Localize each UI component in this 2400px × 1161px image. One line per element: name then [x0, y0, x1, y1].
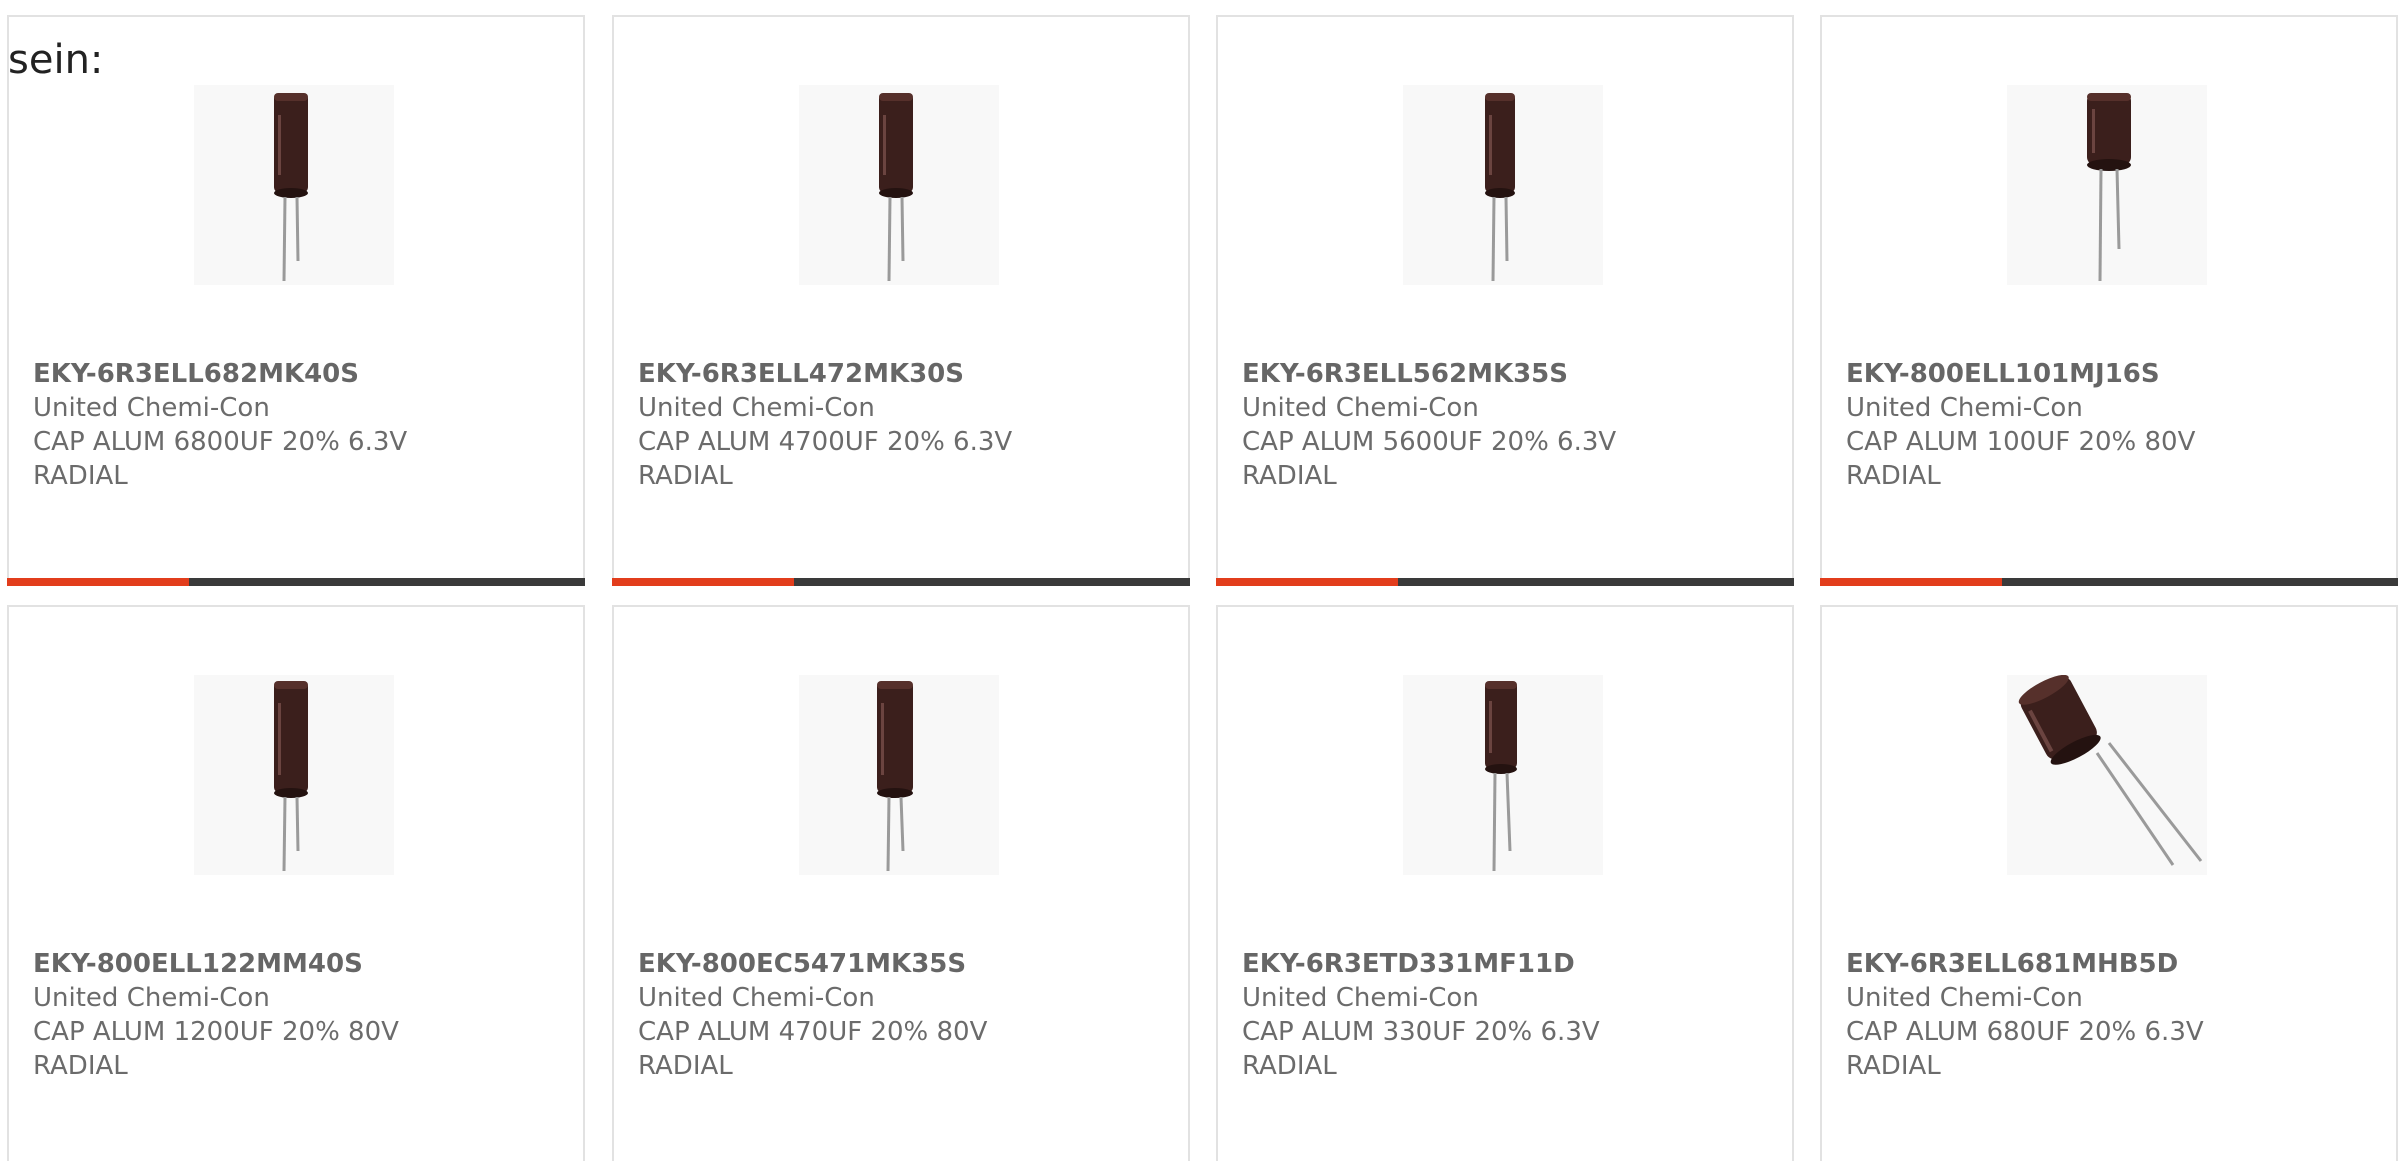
radial-capacitor-icon: [1485, 93, 1515, 282]
manufacturer: United Chemi-Con: [1242, 393, 1479, 423]
accent-fill: [7, 578, 189, 586]
page: sein: EKY-6R3ELL682MK40S United Chemi-Co…: [0, 0, 2400, 1161]
description: CAP ALUM 6800UF 20% 6.3V: [33, 427, 408, 457]
description: CAP ALUM 330UF 20% 6.3V: [1242, 1017, 1600, 1047]
product-card[interactable]: EKY-6R3ELL681MHB5D United Chemi-Con CAP …: [1820, 605, 2398, 1161]
product-card[interactable]: EKY-6R3ETD331MF11D United Chemi-Con CAP …: [1216, 605, 1794, 1161]
product-card[interactable]: EKY-6R3ELL472MK30S United Chemi-Con CAP …: [612, 15, 1190, 586]
product-info: EKY-6R3ELL472MK30S United Chemi-Con CAP …: [638, 357, 1172, 493]
package-type: RADIAL: [1242, 461, 1337, 491]
part-number-link[interactable]: EKY-800EC5471MK35S: [638, 947, 1172, 981]
manufacturer: United Chemi-Con: [33, 983, 270, 1013]
manufacturer: United Chemi-Con: [1846, 393, 2083, 423]
capacitor-image[interactable]: [799, 675, 999, 875]
product-info: EKY-6R3ELL681MHB5D United Chemi-Con CAP …: [1846, 947, 2380, 1083]
description: CAP ALUM 100UF 20% 80V: [1846, 427, 2196, 457]
card-accent-bar: [1820, 578, 2398, 586]
intro-text: sein:: [8, 37, 104, 83]
part-number-link[interactable]: EKY-800ELL101MJ16S: [1846, 357, 2380, 391]
radial-capacitor-icon: [1485, 681, 1517, 872]
capacitor-image[interactable]: [194, 675, 394, 875]
part-number-link[interactable]: EKY-6R3ELL681MHB5D: [1846, 947, 2380, 981]
manufacturer: United Chemi-Con: [33, 393, 270, 423]
radial-capacitor-icon: [877, 681, 913, 872]
package-type: RADIAL: [1846, 1051, 1941, 1081]
card-accent-bar: [7, 578, 585, 586]
package-type: RADIAL: [33, 1051, 128, 1081]
manufacturer: United Chemi-Con: [1846, 983, 2083, 1013]
product-card[interactable]: EKY-800EC5471MK35S United Chemi-Con CAP …: [612, 605, 1190, 1161]
product-info: EKY-6R3ELL562MK35S United Chemi-Con CAP …: [1242, 357, 1776, 493]
package-type: RADIAL: [638, 1051, 733, 1081]
description: CAP ALUM 470UF 20% 80V: [638, 1017, 988, 1047]
radial-capacitor-icon: [274, 93, 308, 282]
capacitor-image[interactable]: [2007, 675, 2207, 875]
product-grid: EKY-6R3ELL682MK40S United Chemi-Con CAP …: [0, 0, 2400, 1161]
product-card[interactable]: EKY-800ELL101MJ16S United Chemi-Con CAP …: [1820, 15, 2398, 586]
capacitor-image[interactable]: [1403, 675, 1603, 875]
card-accent-bar: [612, 578, 1190, 586]
manufacturer: United Chemi-Con: [638, 393, 875, 423]
description: CAP ALUM 5600UF 20% 6.3V: [1242, 427, 1617, 457]
product-info: EKY-800ELL101MJ16S United Chemi-Con CAP …: [1846, 357, 2380, 493]
accent-fill: [612, 578, 794, 586]
part-number-link[interactable]: EKY-6R3ELL472MK30S: [638, 357, 1172, 391]
radial-capacitor-tilted-icon: [2018, 675, 2203, 866]
product-info: EKY-6R3ELL682MK40S United Chemi-Con CAP …: [33, 357, 567, 493]
product-card[interactable]: EKY-6R3ELL682MK40S United Chemi-Con CAP …: [7, 15, 585, 586]
radial-capacitor-icon: [2087, 93, 2131, 282]
product-info: EKY-6R3ETD331MF11D United Chemi-Con CAP …: [1242, 947, 1776, 1083]
part-number-link[interactable]: EKY-800ELL122MM40S: [33, 947, 567, 981]
radial-capacitor-icon: [274, 681, 308, 872]
package-type: RADIAL: [1242, 1051, 1337, 1081]
capacitor-image[interactable]: [194, 85, 394, 285]
part-number-link[interactable]: EKY-6R3ETD331MF11D: [1242, 947, 1776, 981]
part-number-link[interactable]: EKY-6R3ELL562MK35S: [1242, 357, 1776, 391]
package-type: RADIAL: [1846, 461, 1941, 491]
accent-fill: [1820, 578, 2002, 586]
manufacturer: United Chemi-Con: [1242, 983, 1479, 1013]
manufacturer: United Chemi-Con: [638, 983, 875, 1013]
description: CAP ALUM 680UF 20% 6.3V: [1846, 1017, 2204, 1047]
accent-fill: [1216, 578, 1398, 586]
description: CAP ALUM 4700UF 20% 6.3V: [638, 427, 1013, 457]
capacitor-image[interactable]: [2007, 85, 2207, 285]
package-type: RADIAL: [33, 461, 128, 491]
product-info: EKY-800ELL122MM40S United Chemi-Con CAP …: [33, 947, 567, 1083]
description: CAP ALUM 1200UF 20% 80V: [33, 1017, 399, 1047]
capacitor-image[interactable]: [1403, 85, 1603, 285]
product-card[interactable]: EKY-800ELL122MM40S United Chemi-Con CAP …: [7, 605, 585, 1161]
product-card[interactable]: EKY-6R3ELL562MK35S United Chemi-Con CAP …: [1216, 15, 1794, 586]
card-accent-bar: [1216, 578, 1794, 586]
capacitor-image[interactable]: [799, 85, 999, 285]
radial-capacitor-icon: [879, 93, 913, 282]
product-info: EKY-800EC5471MK35S United Chemi-Con CAP …: [638, 947, 1172, 1083]
part-number-link[interactable]: EKY-6R3ELL682MK40S: [33, 357, 567, 391]
package-type: RADIAL: [638, 461, 733, 491]
